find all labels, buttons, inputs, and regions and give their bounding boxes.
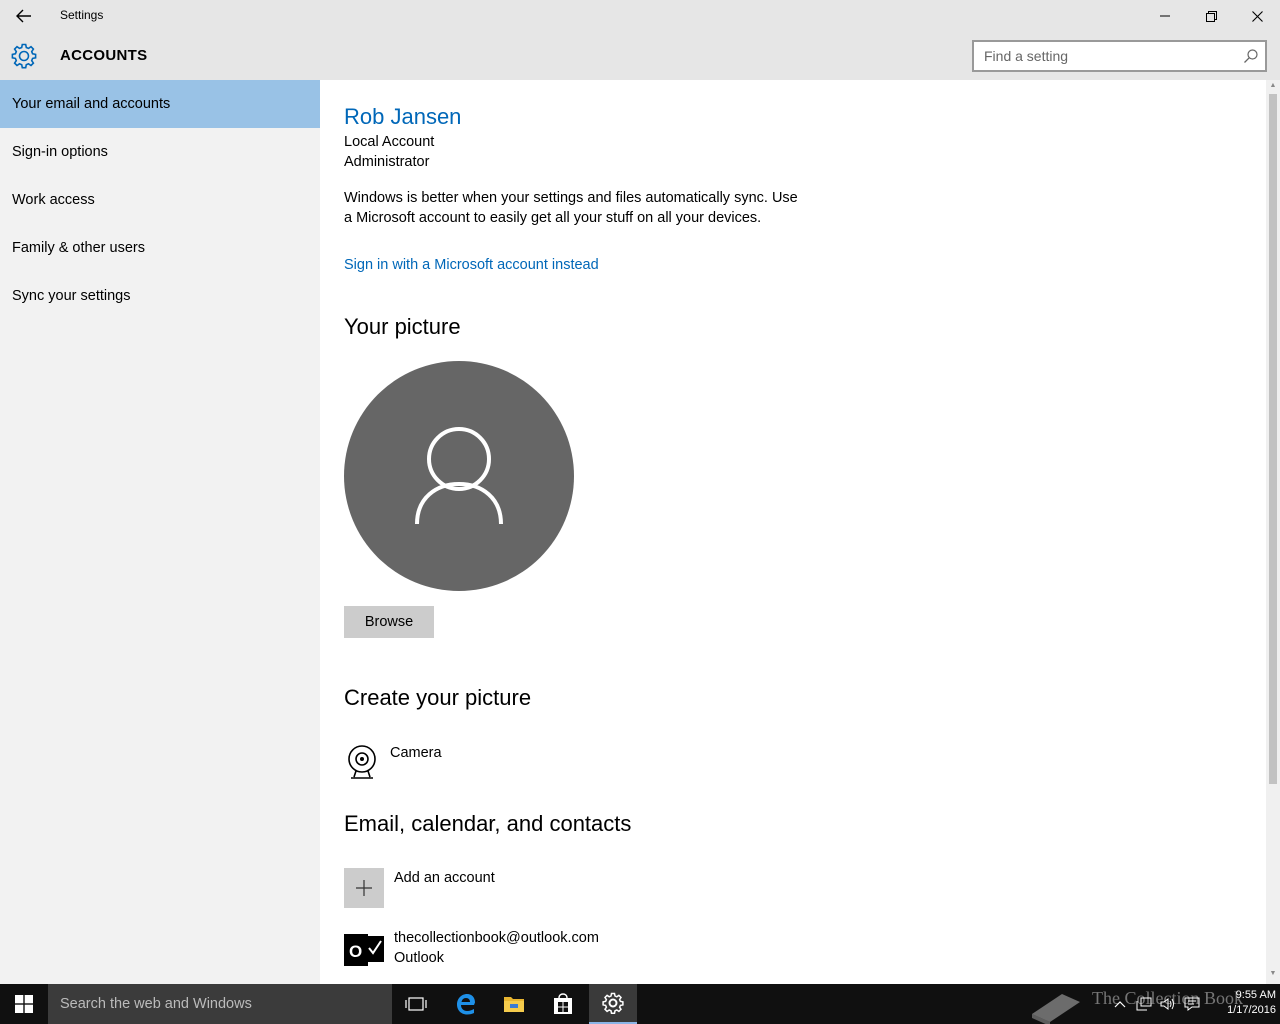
back-button[interactable] — [8, 4, 40, 28]
add-account-button[interactable] — [344, 868, 384, 908]
page-title: ACCOUNTS — [60, 47, 148, 64]
edge-button[interactable] — [442, 984, 490, 1024]
settings-search-input[interactable] — [974, 42, 1234, 70]
minimize-icon — [1160, 15, 1170, 17]
network-tray-button[interactable] — [1134, 994, 1154, 1014]
user-name: Rob Jansen — [344, 104, 462, 129]
add-account-label[interactable]: Add an account — [394, 870, 495, 886]
sidebar-item-email-accounts[interactable]: Your email and accounts — [0, 80, 320, 128]
page-header: ACCOUNTS — [0, 32, 1280, 80]
settings-search-box[interactable] — [972, 40, 1267, 72]
camera-icon[interactable] — [344, 744, 380, 780]
account-type: Local Account — [344, 134, 435, 150]
svg-text:O: O — [349, 942, 362, 961]
task-view-icon — [405, 997, 427, 1011]
edge-icon — [457, 994, 475, 1015]
main-scrollbar[interactable]: ▲ ▼ — [1266, 80, 1280, 984]
search-icon[interactable] — [1243, 48, 1259, 64]
network-icon — [1136, 997, 1152, 1011]
action-center-button[interactable] — [1182, 994, 1202, 1014]
microsoft-account-link[interactable]: Sign in with a Microsoft account instead — [344, 257, 599, 273]
sidebar: Your email and accounts Sign-in options … — [0, 80, 320, 984]
restore-icon — [1205, 10, 1217, 22]
windows-logo-icon — [15, 995, 33, 1013]
start-button[interactable] — [0, 984, 48, 1024]
avatar — [344, 361, 574, 591]
account-email[interactable]: thecollectionbook@outlook.com — [394, 930, 599, 946]
clock-date: 1/17/2016 — [1227, 1004, 1276, 1016]
file-explorer-button[interactable] — [490, 984, 538, 1024]
close-icon — [1251, 10, 1263, 22]
scroll-down-arrow-icon[interactable]: ▼ — [1269, 970, 1277, 978]
taskbar: The Collection Book 9:55 AM 1/17/2016 — [0, 984, 1280, 1024]
volume-icon — [1160, 998, 1174, 1010]
plus-icon — [356, 880, 372, 896]
settings-taskbar-button[interactable] — [589, 984, 637, 1024]
account-role: Administrator — [344, 154, 430, 170]
sidebar-item-sync-settings[interactable]: Sync your settings — [0, 272, 320, 320]
taskbar-clock[interactable]: 9:55 AM 1/17/2016 — [1212, 988, 1276, 1018]
back-arrow-icon — [16, 9, 31, 23]
close-button[interactable] — [1234, 0, 1280, 32]
your-picture-heading: Your picture — [344, 314, 461, 339]
notification-icon — [1184, 997, 1200, 1011]
show-hidden-icons-button[interactable] — [1110, 994, 1130, 1014]
restore-button[interactable] — [1188, 0, 1234, 32]
camera-label[interactable]: Camera — [390, 745, 442, 761]
settings-icon — [602, 992, 624, 1014]
clock-time: 9:55 AM — [1235, 989, 1276, 1001]
scroll-thumb[interactable] — [1269, 94, 1277, 784]
chevron-up-icon — [1114, 1001, 1126, 1008]
sidebar-item-sign-in-options[interactable]: Sign-in options — [0, 128, 320, 176]
app-title: Settings — [60, 8, 104, 22]
main-content: Rob Jansen Local Account Administrator W… — [320, 80, 1266, 984]
task-view-button[interactable] — [392, 984, 440, 1024]
volume-tray-button[interactable] — [1158, 994, 1178, 1014]
create-picture-heading: Create your picture — [344, 685, 532, 710]
browse-button[interactable]: Browse — [344, 606, 434, 638]
sidebar-item-family-other-users[interactable]: Family & other users — [0, 224, 320, 272]
sidebar-item-work-access[interactable]: Work access — [0, 176, 320, 224]
taskbar-search-input[interactable] — [48, 984, 378, 1024]
minimize-button[interactable] — [1142, 0, 1188, 32]
account-provider: Outlook — [394, 950, 444, 966]
store-button[interactable] — [539, 984, 587, 1024]
email-calendar-contacts-heading: Email, calendar, and contacts — [344, 811, 632, 836]
file-explorer-icon — [504, 997, 524, 1012]
book-logo-icon — [1032, 994, 1080, 1024]
gear-icon — [11, 43, 37, 69]
title-bar: Settings — [0, 0, 1280, 32]
scroll-up-arrow-icon[interactable]: ▲ — [1269, 82, 1277, 90]
store-icon — [554, 993, 572, 1014]
taskbar-search-box[interactable] — [48, 984, 392, 1024]
sync-message: Windows is better when your settings and… — [344, 190, 798, 226]
user-placeholder-icon — [415, 427, 503, 525]
outlook-icon[interactable]: O — [344, 928, 384, 968]
